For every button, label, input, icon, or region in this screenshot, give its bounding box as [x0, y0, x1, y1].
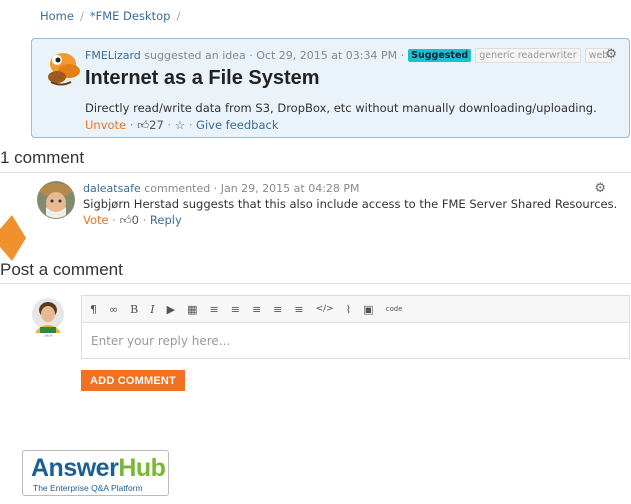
idea-title: Internet as a File System	[85, 67, 320, 89]
comment-vote-count: 0	[131, 213, 139, 227]
comment-date: commented · Jan 29, 2015 at 04:28 PM	[144, 182, 360, 195]
divider	[0, 172, 631, 173]
separator-dot: ·	[142, 213, 147, 227]
logo-tagline: The Enterprise Q&A Platform	[33, 483, 143, 493]
logo-answer-text: Answer	[31, 454, 119, 482]
unvote-link[interactable]: Unvote	[85, 118, 126, 132]
vote-count: 27	[149, 118, 164, 132]
table-button[interactable]: ▦	[187, 304, 197, 315]
breadcrumb-home-link[interactable]: Home	[40, 9, 74, 23]
editor-toolbar: ¶ ∞ B I ▶ ▦ ≡ ≡ ≡ ≡ ≡ </> ⌇ ▣ code	[81, 295, 630, 322]
breadcrumb-separator: /	[79, 9, 84, 23]
code-button[interactable]: </>	[316, 304, 334, 314]
post-comment-heading: Post a comment	[0, 260, 123, 279]
outdent-button[interactable]: ≡	[273, 304, 282, 315]
answerhub-logo: AnswerHub The Enterprise Q&A Platform	[22, 450, 169, 496]
breadcrumb: Home / *FME Desktop /	[40, 9, 186, 23]
breadcrumb-separator: /	[176, 9, 181, 23]
image-button[interactable]: ▣	[363, 304, 373, 315]
source-code-button[interactable]: code	[386, 305, 403, 313]
video-button[interactable]: ▶	[167, 304, 175, 315]
lizard-mascot-avatar-icon	[48, 53, 80, 86]
thumbs-up-icon: 👍︎	[119, 213, 132, 227]
thumbs-up-icon: 👍︎	[137, 118, 150, 132]
avatar	[37, 181, 75, 219]
avatar: LINDA	[32, 298, 64, 338]
idea-description: Directly read/write data from S3, DropBo…	[85, 101, 597, 115]
idea-actions: Unvote · 👍︎27 · ☆ · Give feedback	[85, 118, 279, 133]
gear-icon[interactable]: ⚙	[605, 47, 617, 62]
comment-actions: Vote · 👍︎0 · Reply	[83, 213, 182, 228]
comment-meta: daleatsafe commented · Jan 29, 2015 at 0…	[83, 182, 360, 195]
align-button[interactable]: ≡	[252, 304, 261, 315]
gear-icon[interactable]: ⚙	[594, 181, 606, 196]
star-icon[interactable]: ☆	[175, 118, 185, 132]
add-comment-button[interactable]: ADD COMMENT	[81, 370, 185, 391]
separator-dot: ·	[112, 213, 116, 227]
logo-hub-text: Hub	[118, 454, 166, 482]
separator-dot: ·	[129, 118, 134, 132]
italic-button[interactable]: I	[150, 304, 154, 315]
status-badge: Suggested	[408, 49, 472, 62]
bulleted-list-button[interactable]: ≡	[210, 304, 219, 315]
indent-button[interactable]: ≡	[294, 304, 303, 315]
logo-wordmark: AnswerHub	[31, 454, 166, 483]
idea-meta: FMELizard suggested an idea · Oct 29, 20…	[85, 48, 613, 63]
numbered-list-button[interactable]: ≡	[231, 304, 240, 315]
comment-author-link[interactable]: daleatsafe	[83, 182, 141, 195]
paragraph-button[interactable]: ¶	[90, 304, 97, 315]
idea-meta-text: suggested an idea · Oct 29, 2015 at 03:3…	[144, 49, 405, 62]
comment-body: Sigbjørn Herstad suggests that this also…	[83, 197, 618, 211]
separator-dot: ·	[188, 118, 193, 132]
separator-dot: ·	[167, 118, 172, 132]
attach-button[interactable]: ⌇	[346, 304, 351, 315]
comments-heading: 1 comment	[0, 148, 85, 167]
reply-input[interactable]	[81, 322, 630, 359]
link-button[interactable]: ∞	[109, 304, 118, 315]
reply-link[interactable]: Reply	[150, 213, 182, 227]
bold-button[interactable]: B	[130, 304, 138, 315]
tag-badge[interactable]: generic readerwriter	[475, 48, 581, 63]
svg-text:LINDA: LINDA	[43, 334, 53, 338]
arrow-marker-icon	[0, 215, 26, 261]
vote-link[interactable]: Vote	[83, 213, 109, 227]
breadcrumb-current-link[interactable]: *FME Desktop	[90, 9, 171, 23]
idea-card: FMELizard suggested an idea · Oct 29, 20…	[31, 38, 630, 138]
give-feedback-link[interactable]: Give feedback	[196, 118, 278, 132]
divider	[0, 283, 631, 284]
idea-author-link[interactable]: FMELizard	[85, 49, 141, 62]
